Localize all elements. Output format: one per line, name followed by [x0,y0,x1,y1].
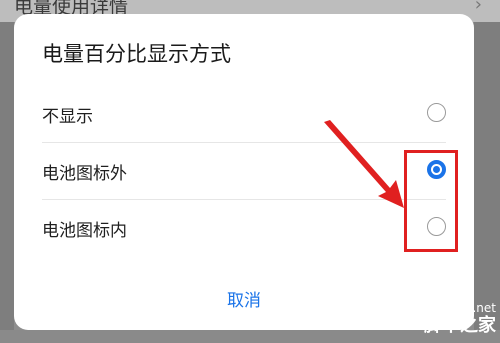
dialog-title: 电量百分比显示方式 [42,42,231,66]
chevron-right-icon: › [474,0,482,15]
watermark-url: jb51.net [446,301,496,316]
option-label: 电池图标外 [42,164,127,184]
watermark: jb51.net 脚本之家 [424,301,496,337]
watermark-name: 脚本之家 [424,315,496,337]
cancel-button[interactable]: 取消 [14,286,474,311]
background-dim-right [474,22,500,343]
option-label: 电池图标内 [42,221,127,241]
option-label: 不显示 [42,107,93,127]
background-dim-left [0,22,14,343]
annotation-arrow-icon [324,120,404,208]
radio-button[interactable] [427,103,446,122]
annotation-highlight-box [404,150,458,252]
